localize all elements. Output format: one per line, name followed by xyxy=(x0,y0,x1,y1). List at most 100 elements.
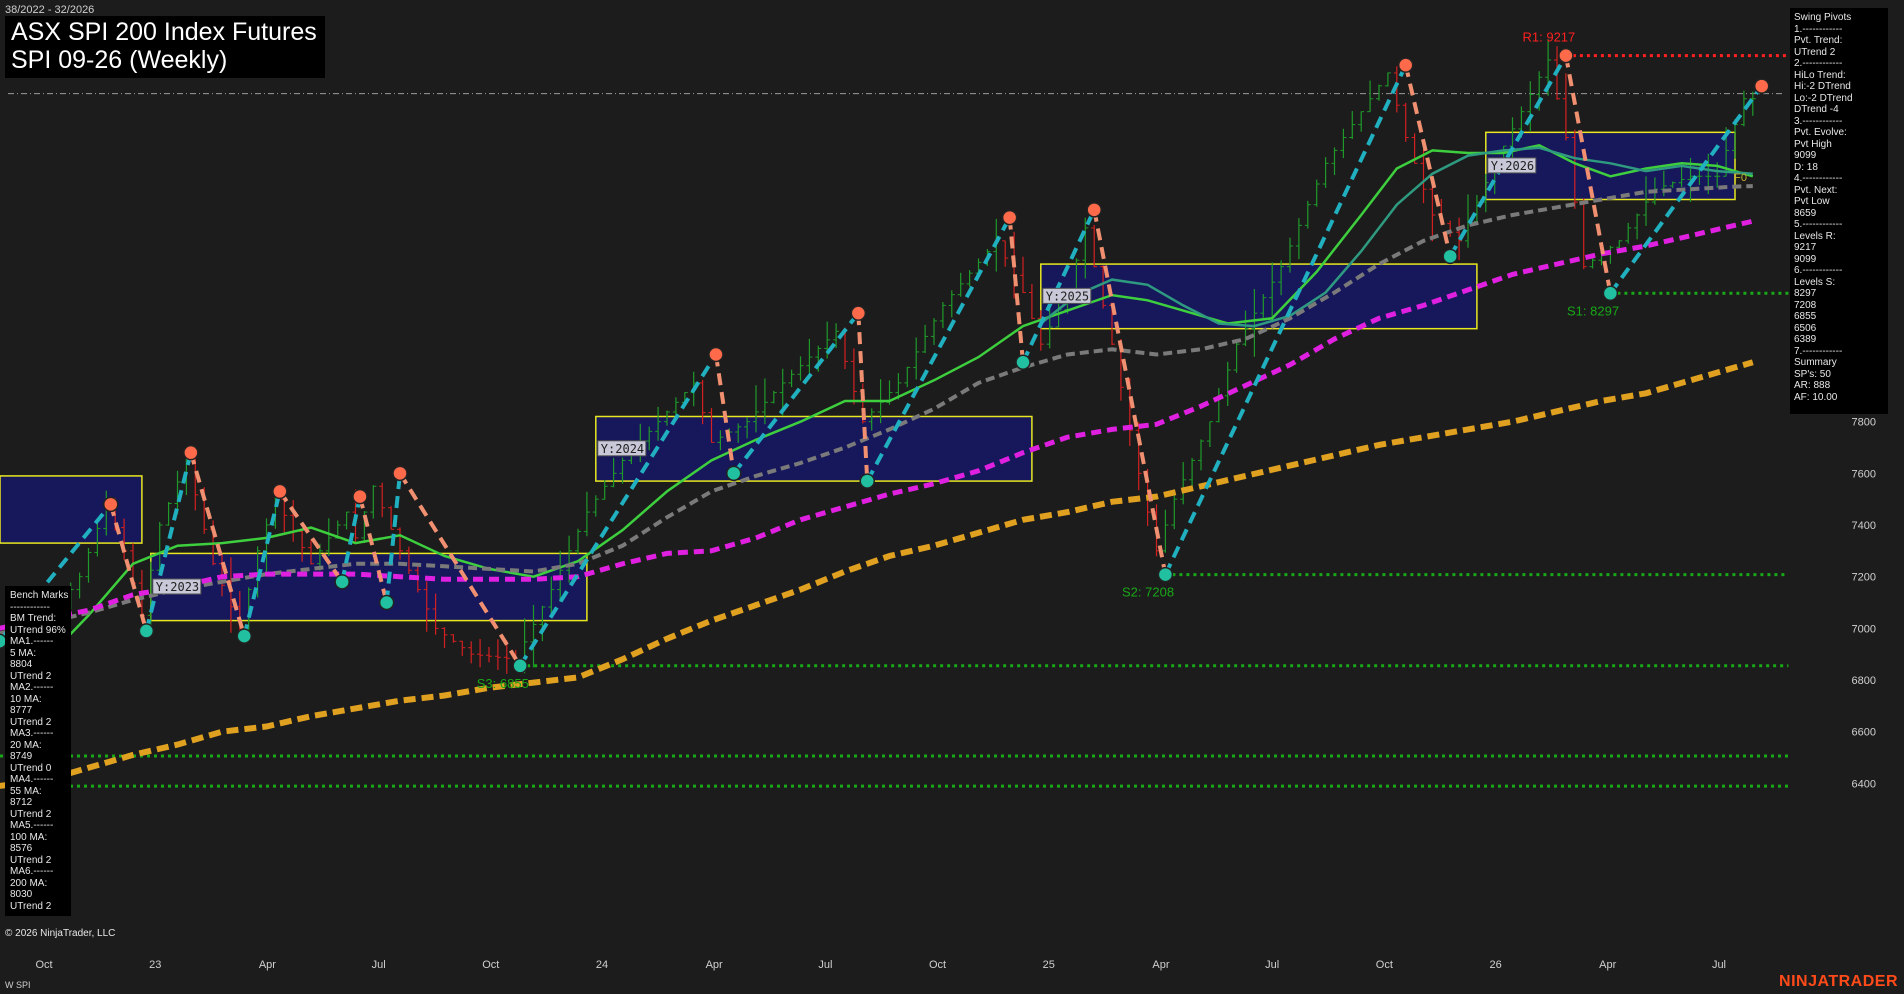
brand-logo[interactable]: NINJATRADER xyxy=(1779,973,1898,991)
y-axis-tick-label: 7400 xyxy=(1852,520,1876,532)
pivot-dot xyxy=(726,465,742,482)
x-axis-tick-label: 26 xyxy=(1489,959,1501,971)
swing-line: Pvt. Evolve: xyxy=(1794,127,1847,138)
bench-line: MA6.------ xyxy=(10,866,54,877)
x-axis-tick-label: Apr xyxy=(1152,959,1169,971)
level-label: S1: 8297 xyxy=(1567,303,1619,318)
pivot-dot xyxy=(334,574,350,590)
bench-line: UTrend 0 xyxy=(10,762,52,774)
swing-line: 6506 xyxy=(1794,322,1817,334)
swing-line: Pvt Low xyxy=(1794,196,1830,207)
bench-line: ------------ xyxy=(10,601,50,613)
bench-line: UTrend 2 xyxy=(10,854,52,866)
pivot-dot xyxy=(512,658,528,674)
swing-line: 5.------------ xyxy=(1794,219,1843,230)
x-axis-tick-label: Jul xyxy=(372,959,386,971)
bench-line: 55 MA: xyxy=(10,785,42,797)
bench-line: 8712 xyxy=(10,797,33,808)
x-axis-tick-label: Apr xyxy=(1599,959,1616,971)
pivot-dot xyxy=(138,623,155,639)
level-label: S3: 6855 xyxy=(477,676,529,691)
x-axis-tick-label: Oct xyxy=(35,959,52,971)
x-axis-tick-label: Oct xyxy=(1376,959,1393,971)
swing-line: 9217 xyxy=(1794,242,1817,253)
x-axis-tick-label: Oct xyxy=(482,959,499,971)
swing-line: 6.------------ xyxy=(1794,265,1843,276)
bench-line: UTrend 2 xyxy=(10,808,52,820)
x-axis-tick-label: Oct xyxy=(929,959,946,971)
swing-line: SP's: 50 xyxy=(1794,368,1831,380)
bench-line: 8030 xyxy=(10,889,33,900)
pivot-dot xyxy=(1442,248,1458,265)
x-axis-tick-label: 24 xyxy=(596,959,608,971)
x-axis-tick-label: Jul xyxy=(1265,959,1279,971)
pivot-dot xyxy=(859,473,875,489)
pivot-dot xyxy=(1753,78,1770,94)
pivot-dot xyxy=(183,444,199,461)
y-axis-tick-label: 7600 xyxy=(1852,468,1876,480)
bench-line: UTrend 2 xyxy=(10,900,52,912)
x-axis-tick-label: Jul xyxy=(818,959,832,971)
price-chart[interactable]: Y:2023 Y:2024 Y:2025 Y:2026 R1: 9217 S1: 8297… xyxy=(0,0,1904,994)
bench-line: 5 MA: xyxy=(10,647,37,659)
pivot-dot xyxy=(1157,566,1174,583)
swing-line: Pvt High xyxy=(1794,138,1832,150)
bench-line: MA3.------ xyxy=(10,728,54,739)
swing-line: UTrend 2 xyxy=(1794,46,1836,58)
pivot-dot xyxy=(1001,209,1018,226)
bench-line: 8749 xyxy=(10,751,33,762)
pivot-dot xyxy=(352,488,368,505)
pivot-dot xyxy=(708,346,724,363)
bench-line: 8777 xyxy=(10,705,33,716)
swing-line: 3.------------ xyxy=(1794,115,1843,127)
pivot-dot xyxy=(1602,285,1619,302)
bench-marks-panel: Bench Marks ------------ BM Trend: UTrend 9… xyxy=(5,586,71,916)
bench-line: Bench Marks xyxy=(10,590,69,601)
pivot-dot xyxy=(1015,354,1031,370)
y-axis-tick-label: 7200 xyxy=(1852,572,1876,584)
bench-line: 20 MA: xyxy=(10,739,42,751)
x-axis-tick-label: 23 xyxy=(149,959,161,971)
swing-line: Levels S: xyxy=(1794,276,1836,288)
y-axis-tick-label: 6400 xyxy=(1852,778,1876,790)
swing-line: 4.------------ xyxy=(1794,173,1843,184)
swing-line: AR: 888 xyxy=(1794,380,1831,391)
pivot-dot xyxy=(850,305,867,321)
pivot-dot xyxy=(272,483,288,500)
swing-line: Pvt. Next: xyxy=(1794,184,1838,196)
swing-line: 8659 xyxy=(1794,207,1817,219)
pivot-dot xyxy=(1397,57,1414,73)
pivot-dot xyxy=(236,628,252,644)
y-axis-tick-label: 6800 xyxy=(1852,675,1876,687)
copyright: © 2026 NinjaTrader, LLC xyxy=(5,928,116,939)
bench-line: MA4.------ xyxy=(10,774,54,785)
bench-line: 8804 xyxy=(10,659,33,670)
swing-line: Summary xyxy=(1794,357,1837,368)
bench-line: BM Trend: xyxy=(10,613,57,624)
bench-line: UTrend 2 xyxy=(10,670,52,682)
swing-line: 9099 xyxy=(1794,150,1817,161)
chart-subtitle: SPI 09-26 (Weekly) xyxy=(11,46,228,74)
y-axis-tick-label: 7000 xyxy=(1852,623,1876,635)
bench-line: MA5.------ xyxy=(10,820,54,831)
x-axis-tick-label: Apr xyxy=(259,959,276,971)
x-axis-tick-label: Apr xyxy=(706,959,723,971)
swing-line: 1.------------ xyxy=(1794,23,1843,35)
x-axis-tick-label: Jul xyxy=(1712,959,1726,971)
y-axis-tick-label: 7800 xyxy=(1852,417,1876,429)
swing-pivots-panel: Swing Pivots 1.------------ Pvt. Trend: UTr… xyxy=(1790,8,1888,414)
x-axis-tick-label: 25 xyxy=(1043,959,1055,971)
bench-line: MA2.------ xyxy=(10,682,54,693)
swing-line: Lo:-2 DTrend xyxy=(1794,92,1853,104)
pivot-dot xyxy=(103,496,119,513)
instrument-symbol: W SPI xyxy=(5,980,31,990)
bench-line: UTrend 96% xyxy=(10,624,66,636)
swing-line: 8297 xyxy=(1794,288,1817,299)
swing-line: Swing Pivots xyxy=(1794,12,1852,23)
swing-line: Hi:-2 DTrend xyxy=(1794,81,1851,92)
pivot-dot xyxy=(378,594,395,611)
year-zone-label: Y:2025 xyxy=(1046,289,1089,303)
chart-title: ASX SPI 200 Index Futures xyxy=(11,18,317,46)
year-zone xyxy=(595,415,1033,482)
swing-line: HiLo Trend: xyxy=(1794,69,1846,81)
